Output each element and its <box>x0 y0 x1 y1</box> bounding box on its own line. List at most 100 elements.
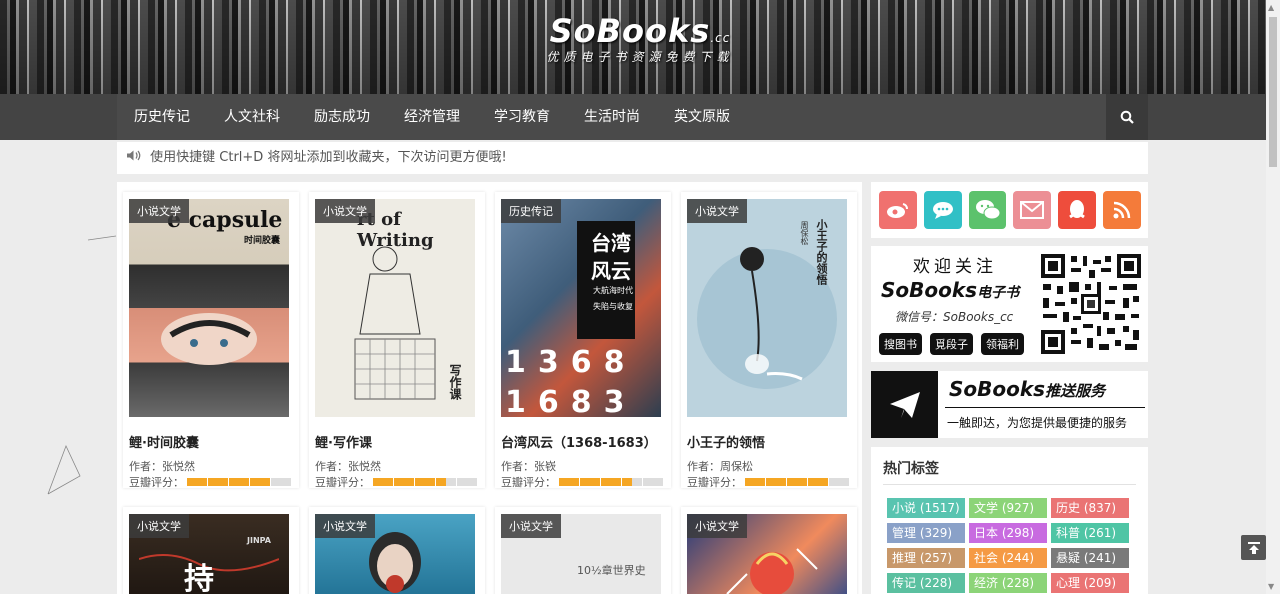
rss-icon[interactable] <box>1103 191 1141 229</box>
category-tag[interactable]: 小说文学 <box>315 199 375 223</box>
nav-item-humanities[interactable]: 人文社科 <box>207 94 297 140</box>
book-card[interactable]: 小王子的领悟 周保松 小说文学 小王子的领悟 作者：周保松 豆瓣评分： <box>681 192 857 490</box>
wechat-icon[interactable] <box>968 191 1007 229</box>
cover-illustration: 持 <box>139 554 279 594</box>
category-tag[interactable]: 小说文学 <box>129 199 189 223</box>
tag-pill[interactable]: 经济 (228) <box>969 573 1047 593</box>
rating-stars <box>745 478 850 486</box>
scroll-to-top-button[interactable] <box>1241 535 1266 560</box>
book-author: 作者：张悦然 <box>129 460 195 473</box>
book-card[interactable]: 小说文学 <box>309 507 485 594</box>
book-title[interactable]: 小王子的领悟 <box>687 432 765 451</box>
category-tag[interactable]: 小说文学 <box>687 514 747 538</box>
cover-illustration <box>161 313 257 365</box>
book-card[interactable]: 10½章世界史 小说文学 <box>495 507 671 594</box>
push-text: 一触即达，为您提供最便捷的服务 <box>947 416 1128 430</box>
nav-item-economics[interactable]: 经济管理 <box>387 94 477 140</box>
book-title[interactable]: 鲤·写作课 <box>315 432 372 451</box>
category-tag[interactable]: 小说文学 <box>687 199 747 223</box>
hot-tags-panel: 热门标签 小说 (1517) 文学 (927) 历史 (837) 管理 (329… <box>871 447 1148 594</box>
book-rating: 豆瓣评分： <box>687 474 850 490</box>
jokes-button[interactable]: 覓段子 <box>930 333 973 355</box>
rating-stars <box>187 478 292 486</box>
hot-tags-title: 热门标签 <box>883 461 939 477</box>
rating-label: 豆瓣评分： <box>315 476 370 489</box>
divider <box>883 484 1136 485</box>
book-cover[interactable]: 台湾 风云 大航海时代 失陷与收复 1368 1683 历史传记 <box>501 199 661 417</box>
rating-label: 豆瓣评分： <box>501 476 556 489</box>
tag-pill[interactable]: 传记 (228) <box>887 573 965 593</box>
tag-pill[interactable]: 社会 (244) <box>969 548 1047 568</box>
logo-slogan: 优质电子书资源免费下载 <box>546 50 734 64</box>
search-book-button[interactable]: 搜图书 <box>879 333 922 355</box>
book-title[interactable]: 鲤·时间胶囊 <box>129 432 199 451</box>
book-card[interactable]: 小说文学 <box>681 507 857 594</box>
rating-segment <box>745 478 765 486</box>
tag-pill[interactable]: 管理 (329) <box>887 523 965 543</box>
rating-segment <box>787 478 807 486</box>
search-icon <box>1120 110 1134 124</box>
book-cover[interactable]: 小说文学 <box>315 514 475 594</box>
cover-year-start: 1368 <box>505 345 637 380</box>
qq-icon[interactable] <box>1058 191 1097 229</box>
tag-pill[interactable]: 文学 (927) <box>969 498 1047 518</box>
book-list: e capsule 时间胶囊 小说文学 鲤·时间胶囊 作者：张悦然 豆瓣评分： … <box>117 182 862 594</box>
rating-segment <box>415 478 435 486</box>
nav-item-success[interactable]: 励志成功 <box>297 94 387 140</box>
tag-pill[interactable]: 心理 (209) <box>1051 573 1129 593</box>
tag-pill[interactable]: 历史 (837) <box>1051 498 1129 518</box>
rating-segment <box>457 478 477 486</box>
header-banner: SoBooks.cc 优质电子书资源免费下载 <box>0 0 1266 94</box>
category-tag[interactable]: 小说文学 <box>129 514 189 538</box>
book-cover[interactable]: rt of Writing 写作课 小说文学 <box>315 199 475 417</box>
book-card[interactable]: JINPA 持 小说文学 <box>123 507 299 594</box>
scrollbar-thumb[interactable] <box>1269 17 1277 167</box>
tag-pill[interactable]: 悬疑 (241) <box>1051 548 1129 568</box>
tag-pill[interactable]: 日本 (298) <box>969 523 1047 543</box>
push-service-banner[interactable]: SoBooks推送服务 一触即达，为您提供最便捷的服务 <box>871 371 1148 438</box>
category-tag[interactable]: 小说文学 <box>501 514 561 538</box>
main-navbar: 历史传记 人文社科 励志成功 经济管理 学习教育 生活时尚 英文原版 <box>0 94 1266 140</box>
chat-icon[interactable] <box>923 191 962 229</box>
wechat-follow-panel: 欢迎关注 SoBooks电子书 微信号：SoBooks_cc 搜图书 覓段子 领… <box>871 246 1148 362</box>
rating-segment <box>580 478 600 486</box>
nav-item-lifestyle[interactable]: 生活时尚 <box>567 94 657 140</box>
benefits-button[interactable]: 领福利 <box>981 333 1024 355</box>
book-card[interactable]: e capsule 时间胶囊 小说文学 鲤·时间胶囊 作者：张悦然 豆瓣评分： <box>123 192 299 489</box>
book-cover[interactable]: 10½章世界史 小说文学 <box>501 514 661 594</box>
category-tag[interactable]: 历史传记 <box>501 199 561 223</box>
rating-segment <box>622 478 642 486</box>
book-card[interactable]: 台湾 风云 大航海时代 失陷与收复 1368 1683 历史传记 台湾风云（13… <box>495 192 671 490</box>
page-scrollbar[interactable]: ▲ ▼ <box>1266 0 1280 594</box>
nav-item-history[interactable]: 历史传记 <box>117 94 207 140</box>
nav-item-education[interactable]: 学习教育 <box>477 94 567 140</box>
book-rating: 豆瓣评分： <box>501 474 664 490</box>
rating-segment <box>808 478 828 486</box>
scroll-up-arrow[interactable]: ▲ <box>1268 3 1274 12</box>
nav-item-english[interactable]: 英文原版 <box>657 94 747 140</box>
tag-pill[interactable]: 科普 (261) <box>1051 523 1129 543</box>
book-cover[interactable]: 小王子的领悟 周保松 小说文学 <box>687 199 847 417</box>
search-button[interactable] <box>1106 94 1148 140</box>
site-logo[interactable]: SoBooks.cc 优质电子书资源免费下载 <box>540 12 740 65</box>
book-card[interactable]: rt of Writing 写作课 小说文学 鲤·写作课 作者：张悦然 豆瓣评分… <box>309 192 485 489</box>
book-title[interactable]: 台湾风云（1368-1683） <box>501 432 657 451</box>
cover-year-end: 1683 <box>505 385 637 417</box>
cover-subtitle: 大航海时代 <box>593 286 633 295</box>
cover-subtitle: 写作课 <box>448 364 462 400</box>
book-cover[interactable]: 小说文学 <box>687 514 847 594</box>
cover-title: 小王子的领悟 <box>815 219 828 285</box>
tag-pill[interactable]: 小说 (1517) <box>887 498 965 518</box>
push-brand-name: SoBooks <box>949 377 1046 401</box>
mail-icon[interactable] <box>1013 191 1052 229</box>
scroll-down-arrow[interactable]: ▼ <box>1268 582 1274 591</box>
qr-code <box>1039 252 1143 356</box>
book-cover[interactable]: e capsule 时间胶囊 小说文学 <box>129 199 289 417</box>
book-cover[interactable]: JINPA 持 小说文学 <box>129 514 289 594</box>
category-tag[interactable]: 小说文学 <box>315 514 375 538</box>
weibo-icon[interactable] <box>879 191 917 229</box>
rating-segment <box>229 478 249 486</box>
tag-pill[interactable]: 推理 (257) <box>887 548 965 568</box>
cover-subtitle: 时间胶囊 <box>244 236 281 246</box>
wechat-brand-suffix: 电子书 <box>977 285 1020 301</box>
